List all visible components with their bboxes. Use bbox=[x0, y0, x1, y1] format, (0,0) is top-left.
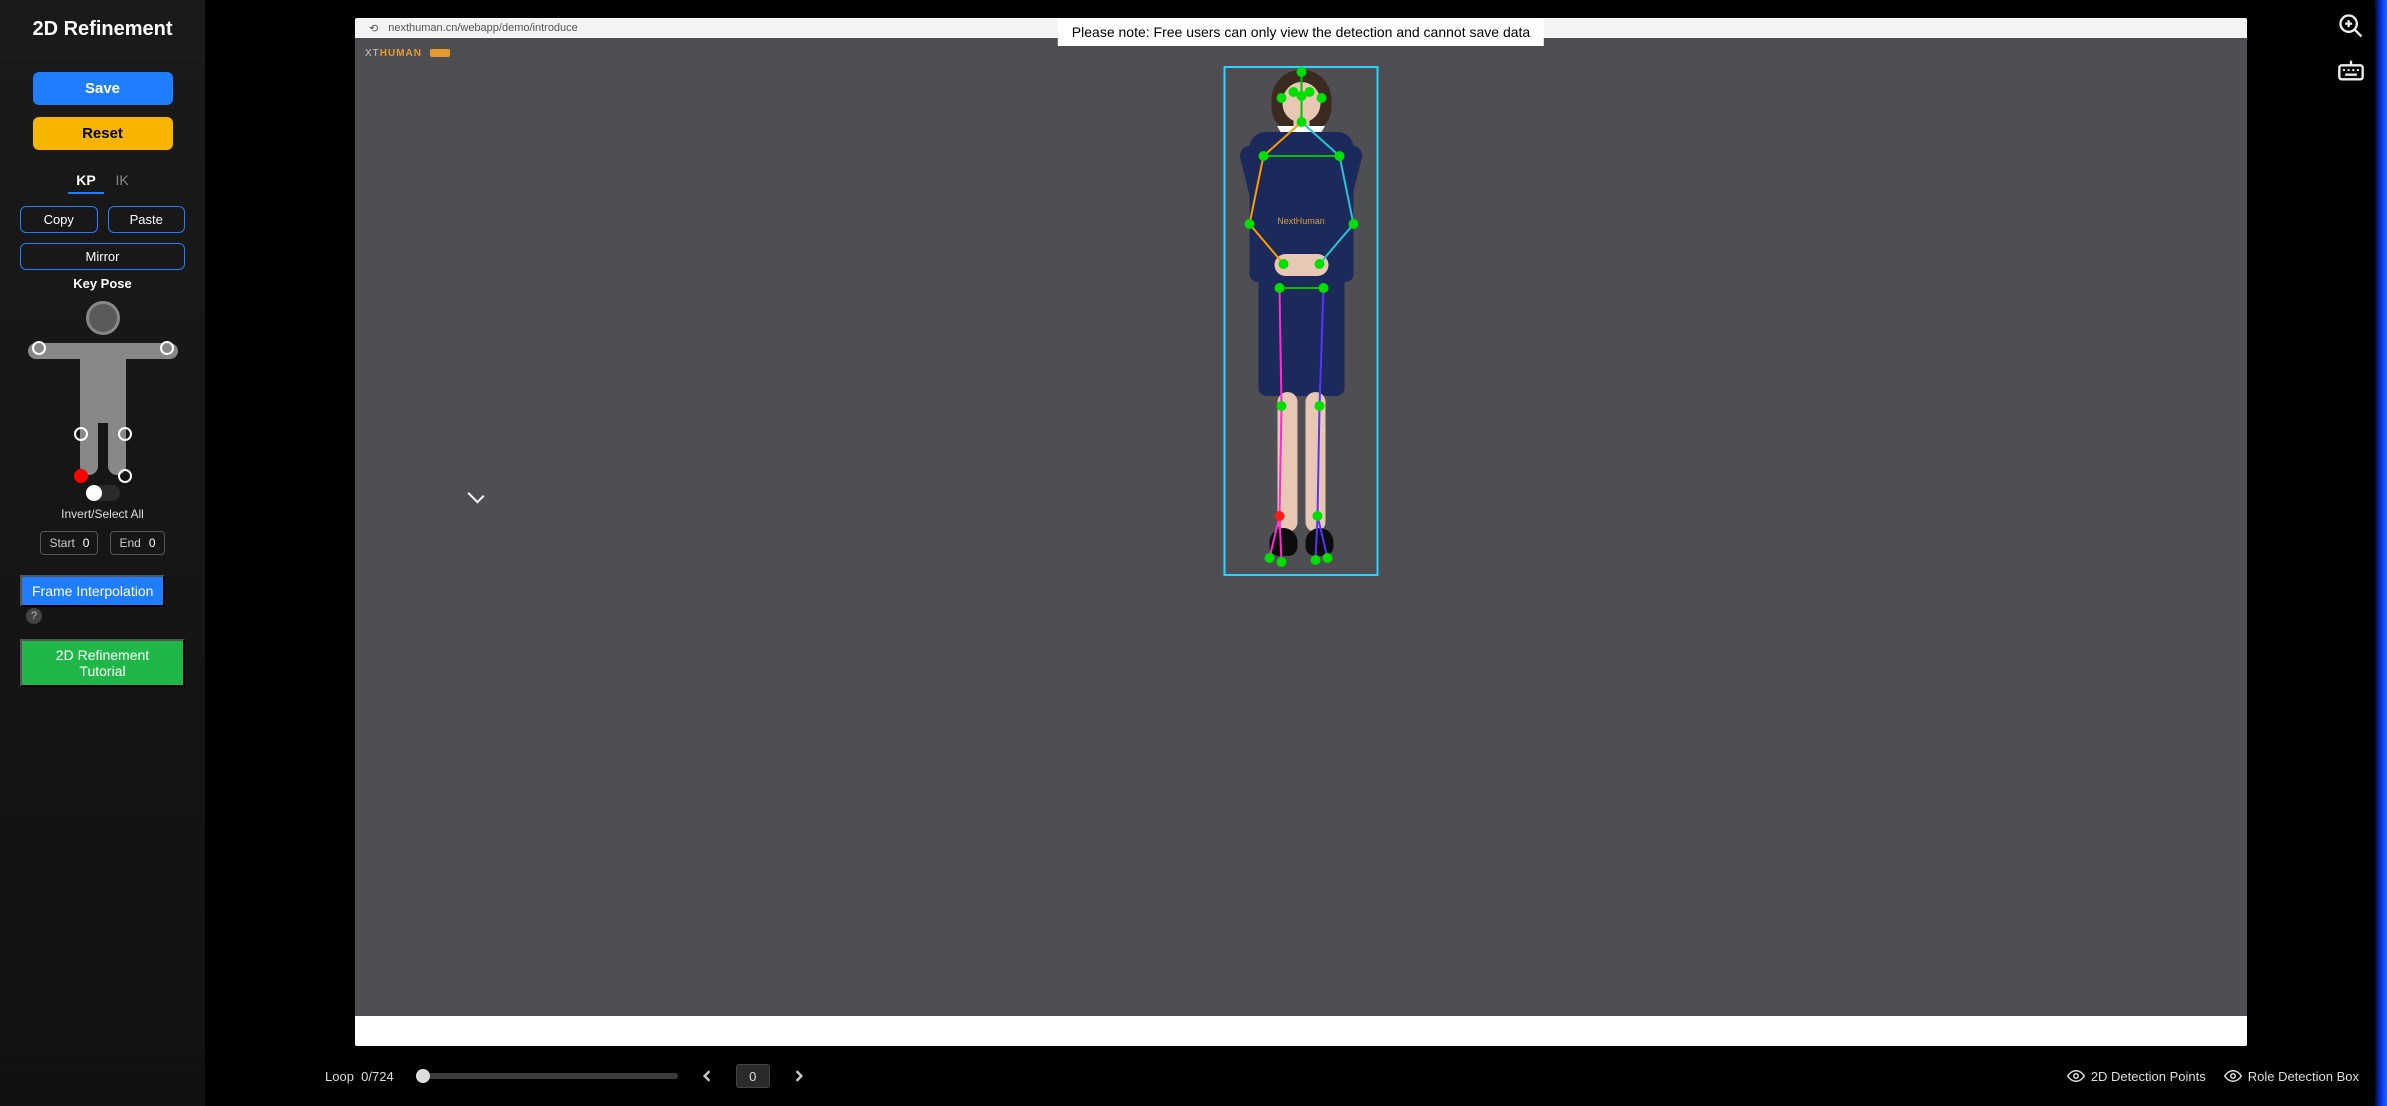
eye-icon bbox=[2067, 1067, 2085, 1085]
loop-label: Loop 0/724 bbox=[325, 1069, 394, 1084]
help-icon[interactable]: ? bbox=[26, 608, 42, 624]
timeline-bar: Loop 0/724 0 2D Detection Points bbox=[205, 1046, 2387, 1106]
keypose-left-foot-joint[interactable] bbox=[74, 469, 88, 483]
keypose-right-foot-joint[interactable] bbox=[118, 469, 132, 483]
keypose-left-hip-joint[interactable] bbox=[74, 427, 88, 441]
canvas-bottom-strip bbox=[355, 1016, 2247, 1046]
keypose-torso[interactable] bbox=[80, 343, 126, 423]
chevron-left-icon bbox=[701, 1070, 713, 1082]
copy-button[interactable]: Copy bbox=[20, 206, 98, 233]
chevron-right-icon bbox=[793, 1070, 805, 1082]
start-frame-box[interactable]: Start 0 bbox=[40, 531, 98, 555]
keypose-left-hand-joint[interactable] bbox=[32, 341, 46, 355]
brand-tag: XTHUMAN bbox=[365, 48, 450, 59]
free-user-notice: Please note: Free users can only view th… bbox=[1058, 18, 1544, 46]
detection-subject[interactable]: NextHuman bbox=[1224, 66, 1379, 576]
reset-button[interactable]: Reset bbox=[33, 117, 173, 150]
tutorial-button[interactable]: 2D Refinement Tutorial bbox=[20, 639, 185, 687]
frame-interpolation-button[interactable]: Frame Interpolation bbox=[20, 575, 165, 607]
prev-frame-button[interactable] bbox=[696, 1065, 718, 1087]
keypose-head[interactable] bbox=[86, 301, 120, 335]
current-frame-input[interactable]: 0 bbox=[736, 1064, 770, 1088]
mode-tabs: KP IK bbox=[20, 168, 185, 194]
paste-button[interactable]: Paste bbox=[108, 206, 186, 233]
window-edge-accent bbox=[2375, 0, 2387, 1106]
page-title: 2D Refinement bbox=[0, 0, 205, 58]
url-text: nexthuman.cn/webapp/demo/introduce bbox=[388, 22, 578, 34]
timeline-slider[interactable] bbox=[418, 1073, 678, 1079]
end-label: End bbox=[119, 536, 140, 550]
keypose-right-hand-joint[interactable] bbox=[160, 341, 174, 355]
tab-kp[interactable]: KP bbox=[68, 168, 103, 194]
viewport[interactable]: ⟲ nexthuman.cn/webapp/demo/introduce XTH… bbox=[355, 18, 2247, 1046]
toggle-detection-box[interactable]: Role Detection Box bbox=[2224, 1067, 2359, 1085]
keypose-figure[interactable] bbox=[28, 301, 178, 501]
main: ⟲ nexthuman.cn/webapp/demo/introduce XTH… bbox=[205, 0, 2387, 1106]
end-frame-box[interactable]: End 0 bbox=[110, 531, 164, 555]
start-value: 0 bbox=[83, 536, 90, 550]
person-render: NextHuman bbox=[1224, 66, 1379, 576]
save-button[interactable]: Save bbox=[33, 72, 173, 105]
tab-ik[interactable]: IK bbox=[108, 168, 137, 192]
sidebar: 2D Refinement Save Reset KP IK Copy Past… bbox=[0, 0, 205, 1106]
eye-icon bbox=[2224, 1067, 2242, 1085]
keypose-right-hip-joint[interactable] bbox=[118, 427, 132, 441]
cursor-icon bbox=[468, 487, 485, 504]
invert-select-label[interactable]: Invert/Select All bbox=[20, 507, 185, 521]
jacket-logo: NextHuman bbox=[1277, 216, 1325, 226]
toggle-detection-points[interactable]: 2D Detection Points bbox=[2067, 1067, 2206, 1085]
viewport-tools bbox=[2337, 12, 2365, 84]
mirror-button[interactable]: Mirror bbox=[20, 243, 185, 270]
start-label: Start bbox=[49, 536, 74, 550]
keypose-toggle[interactable] bbox=[86, 485, 120, 501]
end-value: 0 bbox=[149, 536, 156, 550]
zoom-in-icon[interactable] bbox=[2337, 12, 2365, 40]
keypose-label: Key Pose bbox=[20, 276, 185, 291]
next-frame-button[interactable] bbox=[788, 1065, 810, 1087]
keyboard-icon[interactable] bbox=[2337, 56, 2365, 84]
